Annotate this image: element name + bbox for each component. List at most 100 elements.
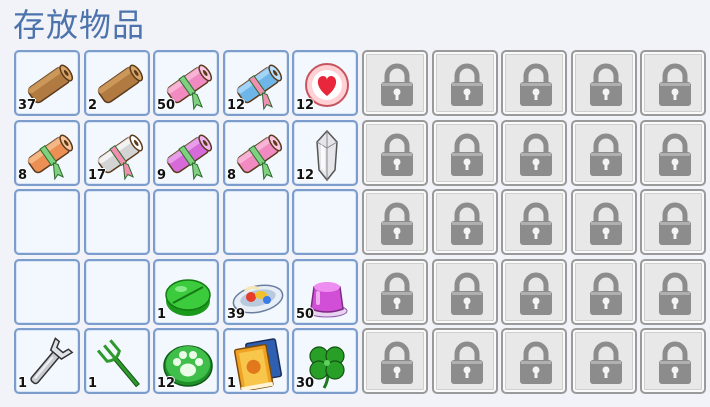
lock-icon [381,202,413,245]
page-title: 存放物品 [13,6,146,44]
item-count: 9 [157,168,167,183]
lock-icon [520,202,552,245]
locked-slot [362,259,428,325]
lock-icon [590,202,622,245]
locked-slot [501,328,567,394]
books-icon [233,338,283,390]
locked-slot [432,50,498,116]
locked-slot [640,50,706,116]
lock-icon [659,272,691,315]
empty-slot[interactable] [14,259,80,325]
inventory-slot[interactable]: 1 [14,328,80,394]
item-count: 50 [296,307,315,322]
inventory-slot[interactable]: 12 [292,120,358,186]
item-count: 12 [296,98,315,113]
item-count: 12 [157,376,176,391]
empty-slot[interactable] [84,259,150,325]
lock-icon [520,341,552,384]
item-count: 8 [227,168,237,183]
lock-icon [590,63,622,106]
inventory-slot[interactable]: 12 [223,50,289,116]
pink-ribbon-scroll-icon [236,134,283,181]
locked-slot [571,328,637,394]
inventory-slot[interactable]: 2 [84,50,150,116]
inventory-slot[interactable]: 8 [14,120,80,186]
wrench-icon [30,337,74,385]
inventory-slot[interactable]: 50 [153,50,219,116]
item-count: 50 [157,98,176,113]
item-count: 37 [18,98,37,113]
inventory-slot[interactable]: 37 [14,50,80,116]
item-count: 30 [296,376,315,391]
inventory-slot[interactable]: 17 [84,120,150,186]
lock-icon [381,133,413,176]
locked-slot [571,50,637,116]
item-count: 39 [227,307,246,322]
lock-icon [381,341,413,384]
locked-slot [571,259,637,325]
locked-slot [432,120,498,186]
locked-slot [501,259,567,325]
item-count: 8 [18,168,28,183]
lock-icon [659,341,691,384]
inventory-slot[interactable]: 12 [153,328,219,394]
lock-icon [451,133,483,176]
lock-icon [659,202,691,245]
inventory-slot[interactable]: 8 [223,120,289,186]
locked-slot [640,120,706,186]
lock-icon [590,341,622,384]
lock-icon [451,202,483,245]
locked-slot [432,328,498,394]
empty-slot[interactable] [14,189,80,255]
item-count: 12 [296,168,315,183]
lock-icon [451,341,483,384]
empty-slot[interactable] [84,189,150,255]
locked-slot [362,189,428,255]
lock-icon [520,133,552,176]
lock-icon [381,272,413,315]
locked-slot [501,189,567,255]
locked-slot [362,50,428,116]
locked-slot [501,120,567,186]
green-fork-icon [96,339,140,388]
locked-slot [501,50,567,116]
item-count: 17 [88,168,107,183]
locked-slot [640,328,706,394]
item-count: 1 [88,376,98,391]
lock-icon [590,272,622,315]
storage-grid: 37 2 50 12 12 8 17 9 8 12 1 39 50 1 1 12… [14,50,710,400]
brown-scroll-icon [97,64,144,104]
inventory-slot[interactable]: 1 [153,259,219,325]
item-count: 1 [18,376,28,391]
locked-slot [362,328,428,394]
locked-slot [640,189,706,255]
lock-icon [451,63,483,106]
empty-slot[interactable] [153,189,219,255]
locked-slot [571,189,637,255]
inventory-slot[interactable]: 39 [223,259,289,325]
inventory-slot[interactable]: 1 [84,328,150,394]
magenta-ribbon-scroll-icon [166,134,213,181]
locked-slot [640,259,706,325]
orange-ribbon-scroll-icon [27,134,74,181]
locked-slot [432,189,498,255]
locked-slot [432,259,498,325]
lock-icon [659,133,691,176]
item-count: 12 [227,98,246,113]
lock-icon [381,63,413,106]
lock-icon [451,272,483,315]
lock-icon [520,63,552,106]
lock-icon [659,63,691,106]
empty-slot[interactable] [292,189,358,255]
inventory-slot[interactable]: 50 [292,259,358,325]
empty-slot[interactable] [223,189,289,255]
inventory-slot[interactable]: 30 [292,328,358,394]
inventory-slot[interactable]: 9 [153,120,219,186]
locked-slot [571,120,637,186]
item-count: 2 [88,98,98,113]
item-count: 1 [227,376,237,391]
lock-icon [520,272,552,315]
inventory-slot[interactable]: 1 [223,328,289,394]
item-count: 1 [157,307,167,322]
inventory-slot[interactable]: 12 [292,50,358,116]
